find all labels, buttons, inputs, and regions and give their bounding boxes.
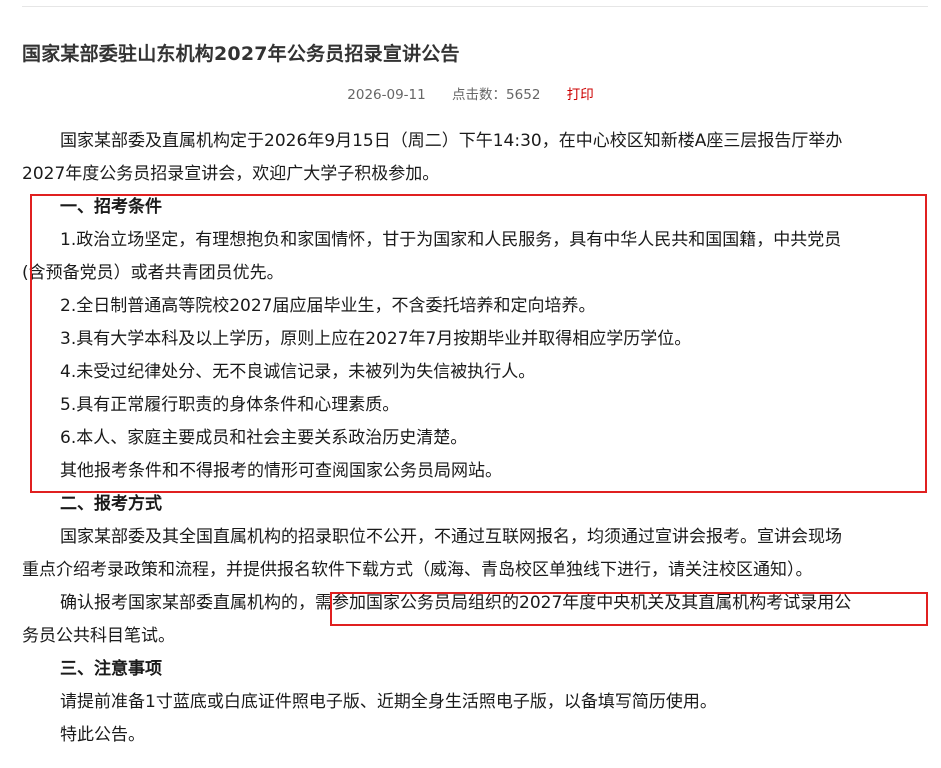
hit-count-label: 点击数： <box>452 87 507 103</box>
intro-line-1: 国家某部委及直属机构定于2026年9月15日（周二）下午14:30，在中心校区知… <box>60 131 843 151</box>
condition-item-4: 4.未受过纪律处分、无不良诚信记录，未被列为失信被执行人。 <box>60 362 536 382</box>
page-title: 国家某部委驻山东机构2027年公务员招录宣讲公告 <box>22 42 460 65</box>
hit-count-value: 5652 <box>506 87 541 103</box>
application-para-2-line-2: 务员公共科目笔试。 <box>22 626 175 646</box>
article-body: 国家某部委及直属机构定于2026年9月15日（周二）下午14:30，在中心校区知… <box>22 125 928 752</box>
section-heading-conditions: 一、招考条件 <box>60 197 162 217</box>
application-para-2-line-1: 确认报考国家某部委直属机构的，需参加国家公务员局组织的2027年度中央机关及其直… <box>22 587 922 620</box>
condition-item-1-line-1: 1.政治立场坚定，有理想抱负和家国情怀，甘于为国家和人民服务，具有中华人民共和国… <box>60 230 842 250</box>
publish-date: 2026-09-11 <box>347 87 426 103</box>
condition-item-1-line-2: (含预备党员）或者共青团员优先。 <box>22 263 284 283</box>
condition-item-3: 3.具有大学本科及以上学历，原则上应在2027年7月按期毕业并取得相应学历学位。 <box>60 329 692 349</box>
condition-item-6: 6.本人、家庭主要成员和社会主要关系政治历史清楚。 <box>60 428 468 448</box>
notes-para-1: 请提前准备1寸蓝底或白底证件照电子版、近期全身生活照电子版，以备填写简历使用。 <box>60 692 717 712</box>
intro-line-2: 2027年度公务员招录宣讲会，欢迎广大学子积极参加。 <box>22 164 440 184</box>
condition-item-2: 2.全日制普通高等院校2027届应届毕业生，不含委托培养和定向培养。 <box>60 296 596 316</box>
hit-count: 点击数：5652 <box>452 87 540 103</box>
application-para-1-line-1: 国家某部委及其全国直属机构的招录职位不公开，不通过互联网报名，均须通过宣讲会报考… <box>60 527 842 547</box>
application-para-2-highlight: 需参加国家公务员局组织的2027年度中央机关及其直属机构考试录用公 <box>315 593 852 613</box>
section-heading-notes: 三、注意事项 <box>60 659 162 679</box>
print-link[interactable]: 打印 <box>567 87 594 103</box>
application-para-2-lead: 确认报考国家某部委直属机构的， <box>60 593 315 613</box>
article-meta: 2026-09-11 点击数：5652 打印 <box>0 83 941 103</box>
top-divider <box>22 6 928 7</box>
condition-item-5: 5.具有正常履行职责的身体条件和心理素质。 <box>60 395 400 415</box>
notes-para-2: 特此公告。 <box>60 725 145 745</box>
application-para-1-line-2: 重点介绍考录政策和流程，并提供报名软件下载方式（威海、青岛校区单独线下进行，请关… <box>22 560 813 580</box>
condition-note: 其他报考条件和不得报考的情形可查阅国家公务员局网站。 <box>60 461 502 481</box>
section-heading-application: 二、报考方式 <box>60 494 162 514</box>
